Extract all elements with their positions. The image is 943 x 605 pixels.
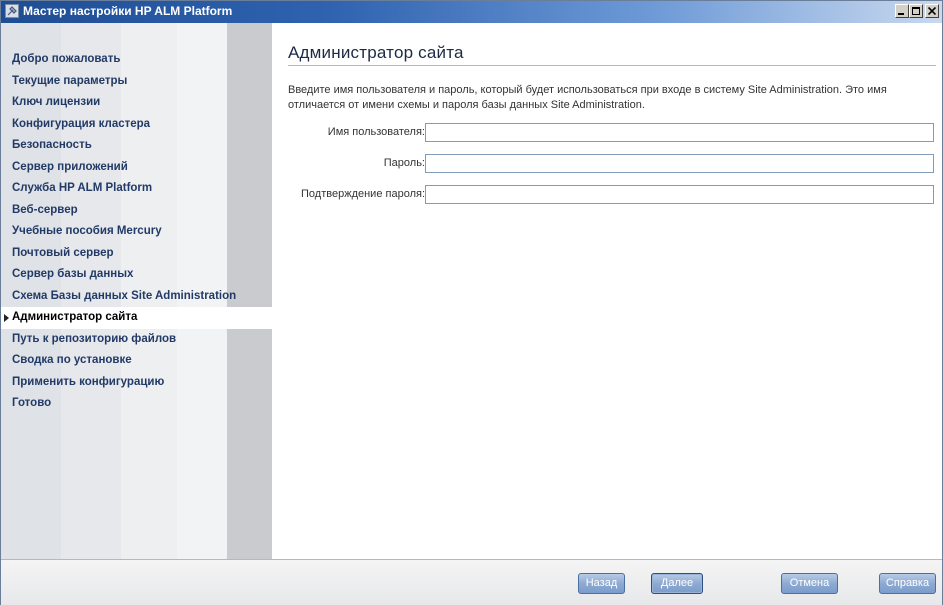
step-alm-service[interactable]: Служба HP ALM Platform	[1, 178, 272, 200]
password-input[interactable]	[425, 154, 934, 173]
minimize-icon	[898, 13, 904, 15]
step-current-settings[interactable]: Текущие параметры	[1, 71, 272, 93]
step-label: Учебные пособия Mercury	[12, 225, 162, 237]
step-apply-config[interactable]: Применить конфигурацию	[1, 372, 272, 394]
step-list: Добро пожаловать Текущие параметры Ключ …	[1, 49, 272, 415]
step-label: Применить конфигурацию	[12, 375, 165, 388]
cancel-button[interactable]: Отмена	[781, 573, 838, 594]
step-label: Конфигурация кластера	[12, 117, 151, 130]
step-label: Безопасность	[12, 139, 92, 151]
step-site-admin[interactable]: Администратор сайта	[1, 307, 272, 329]
window-title: Мастер настройки HP ALM Platform	[23, 4, 233, 18]
current-step-arrow-icon	[4, 314, 9, 322]
step-security[interactable]: Безопасность	[1, 135, 272, 157]
wizard-steps-sidebar: Добро пожаловать Текущие параметры Ключ …	[1, 23, 272, 559]
step-license-key[interactable]: Ключ лицензии	[1, 92, 272, 114]
step-sa-db-schema[interactable]: Схема Базы данных Site Administration	[1, 286, 272, 308]
app-icon	[5, 4, 19, 18]
maximize-button[interactable]	[909, 4, 923, 18]
step-label: Служба HP ALM Platform	[12, 182, 153, 194]
main-panel: Администратор сайта Введите имя пользова…	[272, 23, 942, 559]
step-install-summary[interactable]: Сводка по установке	[1, 350, 272, 372]
step-mail-server[interactable]: Почтовый сервер	[1, 243, 272, 265]
title-bar[interactable]: Мастер настройки HP ALM Platform	[1, 1, 942, 23]
step-label: Путь к репозиторию файлов	[12, 332, 177, 345]
step-welcome[interactable]: Добро пожаловать	[1, 49, 272, 71]
step-label: Ключ лицензии	[12, 96, 101, 108]
step-label: Готово	[12, 397, 52, 409]
step-label: Сервер приложений	[12, 160, 128, 173]
step-tutorials[interactable]: Учебные пособия Mercury	[1, 221, 272, 243]
step-label: Веб-сервер	[12, 203, 78, 216]
next-button[interactable]: Далее	[651, 573, 703, 594]
page-title: Администратор сайта	[288, 43, 936, 66]
close-button[interactable]	[925, 4, 939, 18]
step-label: Сервер базы данных	[12, 268, 134, 280]
step-label: Администратор сайта	[12, 311, 138, 323]
step-app-server[interactable]: Сервер приложений	[1, 157, 272, 179]
step-label: Добро пожаловать	[12, 53, 121, 65]
step-label: Сводка по установке	[12, 354, 132, 366]
minimize-button[interactable]	[895, 4, 909, 18]
confirm-password-row: Подтверждение пароля:	[272, 185, 942, 205]
maximize-icon	[912, 7, 920, 15]
help-button[interactable]: Справка	[879, 573, 936, 594]
step-file-repo-path[interactable]: Путь к репозиторию файлов	[1, 329, 272, 351]
close-icon	[928, 7, 936, 15]
password-label: Пароль:	[383, 157, 425, 169]
step-label: Текущие параметры	[12, 74, 128, 87]
password-row: Пароль:	[272, 154, 942, 174]
username-label: Имя пользователя:	[327, 126, 425, 138]
step-done[interactable]: Готово	[1, 393, 272, 415]
wizard-window: Мастер настройки HP ALM Platform Добро п…	[0, 0, 943, 605]
step-label: Схема Базы данных Site Administration	[12, 289, 237, 302]
wizard-footer: Назад Далее Отмена Справка	[1, 559, 942, 605]
step-web-server[interactable]: Веб-сервер	[1, 200, 272, 222]
back-button[interactable]: Назад	[578, 573, 625, 594]
page-description: Введите имя пользователя и пароль, котор…	[288, 84, 887, 111]
step-label: Почтовый сервер	[12, 246, 114, 259]
username-row: Имя пользователя:	[272, 123, 942, 143]
confirm-password-input[interactable]	[425, 185, 934, 204]
step-db-server[interactable]: Сервер базы данных	[1, 264, 272, 286]
window-controls	[895, 4, 939, 20]
confirm-password-label: Подтверждение пароля:	[301, 188, 425, 200]
username-input[interactable]	[425, 123, 934, 142]
step-cluster-config[interactable]: Конфигурация кластера	[1, 114, 272, 136]
